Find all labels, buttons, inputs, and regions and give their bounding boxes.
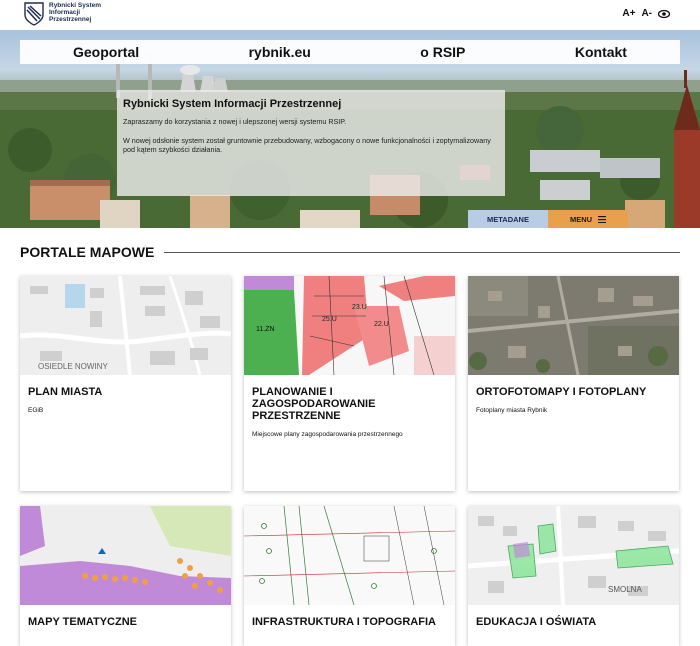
zone-label-25u: 25.U	[322, 316, 337, 323]
section-title: PORTALE MAPOWE	[20, 244, 155, 260]
map-label-smolna: SMOLNA	[608, 585, 642, 594]
card-infrastruktura[interactable]: INFRASTRUKTURA I TOPOGRAFIA	[244, 506, 455, 646]
card-subtitle: EGiB	[28, 407, 44, 414]
city-plan-map-image: OSIEDLE NOWINY	[20, 276, 231, 375]
card-title: EDUKACJA I OŚWIATA	[476, 616, 597, 628]
card-title: MAPY TEMATYCZNE	[28, 616, 137, 628]
welcome-text-2: W nowej odsłonie system został gruntowni…	[123, 136, 491, 154]
contrast-eye-icon[interactable]	[658, 9, 670, 19]
card-plan-miasta[interactable]: OSIEDLE NOWINY PLAN MIASTA EGiB	[20, 276, 231, 491]
zone-label-23u: 23.U	[352, 304, 367, 311]
section-header: PORTALE MAPOWE	[20, 244, 680, 260]
card-ortofotomapy[interactable]: ORTOFOTOMAPY I FOTOPLANY Fotoplany miast…	[468, 276, 679, 491]
nav-o-rsip[interactable]: o RSIP	[420, 44, 465, 60]
zoning-plan-map-image: 25.U 23.U 22.U 11.ZN	[244, 276, 455, 375]
zone-label-11zn: 11.ZN	[256, 326, 275, 333]
logo[interactable]: Rybnicki System Informacji Przestrzennej	[24, 2, 109, 26]
card-title: ORTOFOTOMAPY I FOTOPLANY	[476, 386, 647, 398]
orthophoto-map-image	[468, 276, 679, 375]
card-subtitle: Miejscowe plany zagospodarowania przestr…	[252, 431, 403, 438]
hero-buttons: METADANE MENU	[468, 210, 628, 228]
card-edukacja[interactable]: SMOLNA EDUKACJA I OŚWIATA	[468, 506, 679, 646]
nav-geoportal[interactable]: Geoportal	[73, 44, 139, 60]
infrastructure-map-image	[244, 506, 455, 605]
welcome-title: Rybnicki System Informacji Przestrzennej	[123, 98, 342, 110]
education-map-image: SMOLNA	[468, 506, 679, 605]
accessibility-controls: A+ A-	[622, 8, 670, 19]
top-bar: Rybnicki System Informacji Przestrzennej…	[0, 0, 700, 30]
main-navigation: Geoportal rybnik.eu o RSIP Kontakt	[20, 40, 680, 64]
card-title: PLAN MIASTA	[28, 386, 103, 398]
map-label-osiedle: OSIEDLE NOWINY	[38, 362, 108, 371]
metadata-button-label: METADANE	[487, 214, 529, 224]
menu-button[interactable]: MENU	[548, 210, 628, 228]
font-increase-button[interactable]: A+	[622, 8, 635, 19]
card-title: INFRASTRUKTURA I TOPOGRAFIA	[252, 616, 436, 628]
card-title: PLANOWANIE I ZAGOSPODAROWANIE PRZESTRZEN…	[252, 386, 376, 422]
metadata-button[interactable]: METADANE	[468, 210, 548, 228]
card-subtitle: Fotoplany miasta Rybnik	[476, 407, 548, 414]
thematic-map-image	[20, 506, 231, 605]
nav-rybnik-eu[interactable]: rybnik.eu	[249, 44, 311, 60]
section-divider	[164, 251, 680, 253]
nav-kontakt[interactable]: Kontakt	[575, 44, 627, 60]
coat-of-arms-icon	[24, 2, 44, 26]
welcome-box: Rybnicki System Informacji Przestrzennej…	[117, 90, 505, 196]
zone-label-22u: 22.U	[374, 321, 389, 328]
logo-text: Rybnicki System Informacji Przestrzennej	[49, 2, 102, 23]
font-decrease-button[interactable]: A-	[641, 8, 652, 19]
card-planowanie[interactable]: 25.U 23.U 22.U 11.ZN PLANOWANIE I ZAGOSP…	[244, 276, 455, 491]
card-mapy-tematyczne[interactable]: MAPY TEMATYCZNE	[20, 506, 231, 646]
menu-button-label: MENU	[569, 214, 593, 224]
hamburger-icon	[598, 215, 607, 223]
hero-banner: Geoportal rybnik.eu o RSIP Kontakt Rybni…	[0, 30, 700, 228]
welcome-text-1: Zapraszamy do korzystania z nowej i ulep…	[123, 117, 347, 126]
